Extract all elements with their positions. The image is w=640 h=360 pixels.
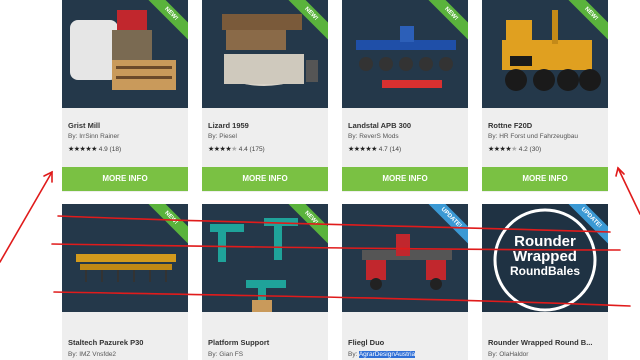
mod-author: By: IMZ Vnsfde2 (68, 351, 117, 358)
more-info-button[interactable]: MORE INFO (62, 167, 188, 191)
star-rating-icon: ★★★★★ (348, 146, 377, 153)
mod-thumbnail[interactable]: NEW! (62, 204, 188, 312)
mod-title[interactable]: Fliegl Duo (348, 338, 384, 347)
mod-thumbnail[interactable]: NEW! (342, 0, 468, 108)
mod-title[interactable]: Staltech Pazurek P30 (68, 338, 143, 347)
mod-author: By: OlaHaldor (488, 351, 529, 358)
mod-card[interactable]: NEW! Rottne F20D By: HR Forst und Fahrze… (482, 0, 608, 192)
more-info-button[interactable]: MORE INFO (202, 167, 328, 191)
mod-author: By: AgrarDesignAustria (348, 351, 416, 358)
rounder-logo-text: Rounder Wrapped RoundBales (509, 233, 580, 278)
mod-card[interactable]: NEW! Platform Support By: Gian FS (202, 204, 328, 360)
mod-author: By: IrrSinn Rainer (68, 133, 120, 140)
mod-rating: ★★★★★ 4.9 (18) (68, 146, 122, 153)
mod-rating: ★★★★★ 4.7 (14) (348, 146, 402, 153)
mod-card[interactable]: NEW! Staltech Pazurek P30 By: IMZ Vnsfde… (62, 204, 188, 360)
mod-title[interactable]: Lizard 1959 (208, 121, 249, 130)
mod-card[interactable]: NEW! Landstal APB 300 By: ReverS Mods ★★… (342, 0, 468, 192)
mod-card[interactable]: Rounder Wrapped RoundBales UPDATE! Round… (482, 204, 608, 360)
mod-thumbnail[interactable]: UPDATE! (342, 204, 468, 312)
mod-title[interactable]: Platform Support (208, 338, 269, 347)
selected-text: AgrarDesignAustria (358, 351, 416, 358)
mod-author: By: ReverS Mods (348, 133, 399, 140)
mod-title[interactable]: Rottne F20D (488, 121, 532, 130)
mod-card[interactable]: NEW! Lizard 1959 By: Piesel ★★★★★ 4.4 (1… (202, 0, 328, 192)
mod-title[interactable]: Grist Mill (68, 121, 100, 130)
mod-card[interactable]: NEW! Grist Mill By: IrrSinn Rainer ★★★★★… (62, 0, 188, 192)
mod-card[interactable]: UPDATE! Fliegl Duo By: AgrarDesignAustri… (342, 204, 468, 360)
star-rating-icon: ★★★★★ (68, 146, 97, 153)
more-info-button[interactable]: MORE INFO (482, 167, 608, 191)
mod-thumbnail[interactable]: Rounder Wrapped RoundBales UPDATE! (482, 204, 608, 312)
mod-title[interactable]: Landstal APB 300 (348, 121, 411, 130)
more-info-button[interactable]: MORE INFO (342, 167, 468, 191)
mod-thumbnail[interactable]: NEW! (482, 0, 608, 108)
star-rating-icon: ★★★★★ (208, 146, 237, 153)
mod-rating: ★★★★★ 4.4 (175) (208, 146, 265, 153)
mod-author: By: Gian FS (208, 351, 244, 358)
mod-thumbnail[interactable]: NEW! (202, 204, 328, 312)
mod-thumbnail[interactable]: NEW! (62, 0, 188, 108)
mod-author: By: HR Forst und Fahrzeugbau (488, 133, 578, 140)
mod-thumbnail[interactable]: NEW! (202, 0, 328, 108)
mod-author: By: Piesel (208, 133, 237, 140)
mod-title[interactable]: Rounder Wrapped Round B... (488, 338, 592, 347)
star-rating-icon: ★★★★★ (488, 146, 517, 153)
mod-rating: ★★★★★ 4.2 (30) (488, 146, 542, 153)
